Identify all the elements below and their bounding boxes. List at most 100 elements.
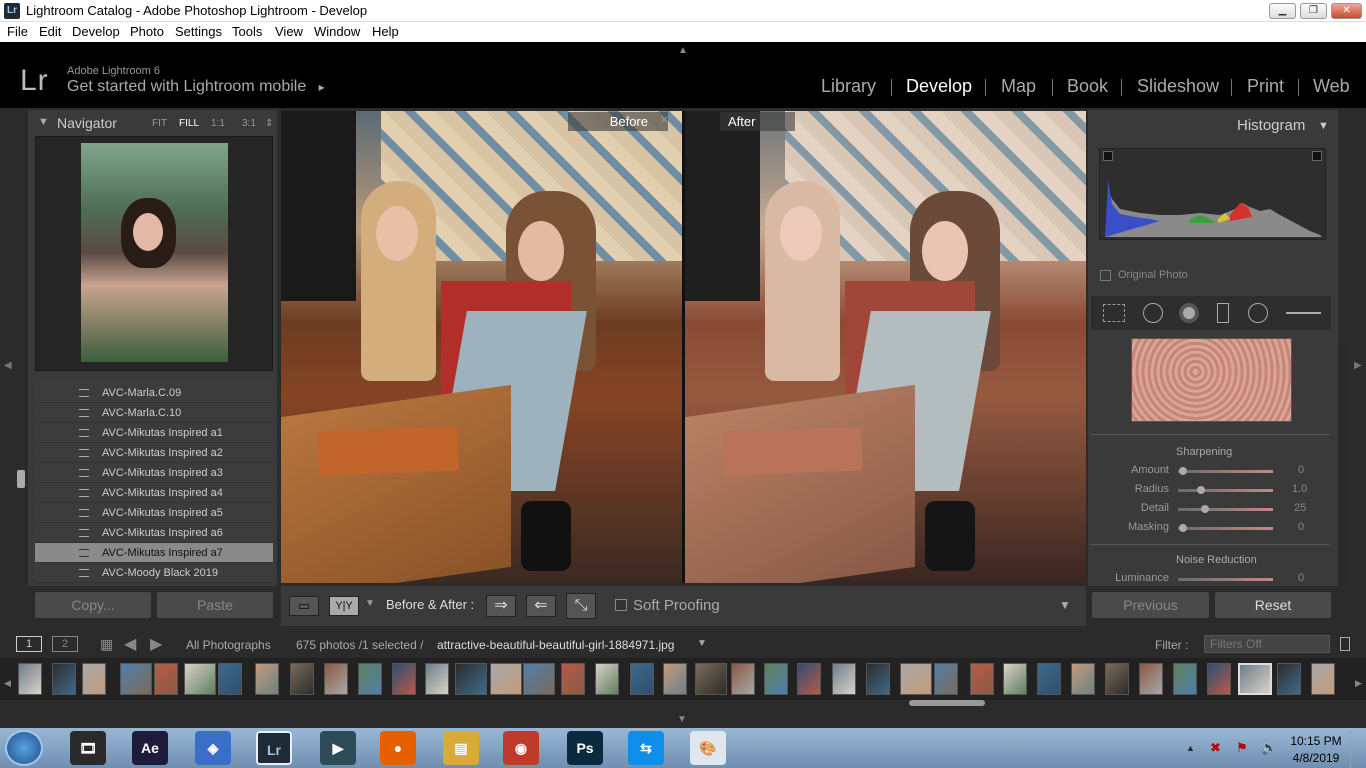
filmstrip-thumbnail[interactable] [900, 663, 932, 695]
teamviewer-icon[interactable]: ⇆ [628, 731, 664, 765]
module-map[interactable]: Map [1001, 76, 1036, 97]
shadow-clipping-icon[interactable] [1103, 151, 1113, 161]
zoom-fit[interactable]: FIT [152, 118, 167, 129]
filmstrip-thumbnail[interactable] [184, 663, 216, 695]
collapse-triangle-icon[interactable]: ▼ [38, 116, 49, 128]
masking-slider[interactable] [1178, 527, 1273, 530]
paste-button[interactable]: Paste [157, 592, 273, 618]
menu-window[interactable]: Window [314, 24, 360, 39]
filename-dropdown-icon[interactable]: ▼ [697, 638, 707, 649]
preset-item[interactable]: AVC-Mikutas Inspired a6 [35, 523, 273, 543]
after-photo[interactable] [685, 111, 1086, 583]
module-slideshow[interactable]: Slideshow [1137, 76, 1219, 97]
close-button[interactable]: ✕ [1331, 3, 1362, 19]
minimize-button[interactable]: ▁ [1269, 3, 1296, 19]
preset-item[interactable]: AVC-Marla.C.10 [35, 403, 273, 423]
filmstrip-thumbnail[interactable] [324, 663, 348, 695]
histogram-collapse-icon[interactable]: ▼ [1318, 120, 1329, 132]
copy-before-to-after-icon[interactable]: ⇒ [486, 595, 516, 617]
before-after-view-button[interactable]: Y|Y [329, 596, 359, 616]
loupe-view-button[interactable]: ▭ [289, 596, 319, 616]
zoom-3-1[interactable]: 3:1 [242, 118, 256, 129]
filename[interactable]: attractive-beautiful-beautiful-girl-1884… [437, 638, 674, 652]
filmstrip-thumbnail[interactable] [1037, 663, 1061, 695]
brush-tool-icon[interactable] [1286, 312, 1321, 314]
preset-item[interactable]: AVC-Marla.C.09 [35, 383, 273, 403]
show-hidden-icons[interactable]: ▲ [1186, 743, 1195, 753]
filmstrip-left-icon[interactable]: ◀ [4, 678, 11, 689]
radius-slider-knob[interactable] [1197, 486, 1205, 494]
preset-item[interactable]: AVC-Mikutas Inspired a2 [35, 443, 273, 463]
filmstrip-thumbnail[interactable] [630, 663, 654, 695]
swap-settings-icon[interactable]: ⤡ [566, 593, 596, 619]
filmstrip-thumbnail[interactable] [18, 663, 42, 695]
filmstrip-scrollbar[interactable] [909, 700, 985, 706]
amount-slider[interactable] [1178, 470, 1273, 473]
filmstrip-thumbnail-selected[interactable] [1238, 663, 1272, 695]
red-eye-icon[interactable] [1179, 303, 1199, 323]
masking-value[interactable]: 0 [1298, 521, 1304, 533]
explorer-icon[interactable]: ▤ [443, 731, 479, 765]
network-status-icon[interactable]: ✖ [1210, 740, 1221, 756]
firefox-icon[interactable]: ● [380, 731, 416, 765]
filmstrip-thumbnail[interactable] [832, 663, 856, 695]
original-photo-checkbox[interactable] [1100, 270, 1111, 281]
filmstrip-thumbnail[interactable] [970, 663, 994, 695]
show-desktop-button[interactable] [1350, 730, 1366, 768]
filmstrip-thumbnail[interactable] [523, 663, 555, 695]
start-button[interactable] [5, 730, 43, 766]
filmstrip-thumbnail[interactable] [52, 663, 76, 695]
filmstrip-thumbnail[interactable] [290, 663, 314, 695]
filmstrip-thumbnail[interactable] [1105, 663, 1129, 695]
filmstrip-thumbnail[interactable] [866, 663, 890, 695]
filmstrip-thumbnail[interactable] [425, 663, 449, 695]
detail-preview[interactable] [1131, 338, 1292, 422]
radius-value[interactable]: 1.0 [1292, 483, 1307, 495]
amount-value[interactable]: 0 [1298, 464, 1304, 476]
after-effects-icon[interactable]: Ae [132, 731, 168, 765]
filmstrip-thumbnail[interactable] [561, 663, 585, 695]
window-titlebar[interactable]: Lr Lightroom Catalog - Adobe Photoshop L… [0, 0, 1366, 22]
reset-button[interactable]: Reset [1215, 592, 1331, 618]
menu-help[interactable]: Help [372, 24, 399, 39]
secondary-window-button[interactable]: 2 [52, 636, 78, 652]
restore-button[interactable]: ❐ [1300, 3, 1327, 19]
filmstrip-thumbnail[interactable] [1003, 663, 1027, 695]
amount-slider-knob[interactable] [1179, 467, 1187, 475]
luminance-value[interactable]: 0 [1298, 572, 1304, 584]
preset-item[interactable]: AVC-Mikutas Inspired a4 [35, 483, 273, 503]
navigator-header[interactable]: ▼ Navigator FIT FILL 1:1 3:1 ⇕ [28, 113, 277, 133]
spot-removal-icon[interactable] [1143, 303, 1163, 323]
preset-item[interactable]: AVC-Mikutas Inspired a1 [35, 423, 273, 443]
preset-item[interactable]: AVC-Mikutas Inspired a3 [35, 463, 273, 483]
mobile-promo[interactable]: Get started with Lightroom mobile ▸ [67, 78, 325, 96]
previous-button[interactable]: Previous [1092, 592, 1209, 618]
filmstrip-thumbnail[interactable] [1139, 663, 1163, 695]
filmstrip-thumbnail[interactable] [1277, 663, 1301, 695]
menu-settings[interactable]: Settings [175, 24, 222, 39]
filmstrip-thumbnail[interactable] [764, 663, 788, 695]
grid-view-icon[interactable]: ▦ [100, 636, 113, 653]
module-book[interactable]: Book [1067, 76, 1108, 97]
network-app-icon[interactable]: ◈ [195, 731, 231, 765]
navigator-preview[interactable] [35, 136, 273, 371]
before-close-icon[interactable]: ✕ [660, 115, 672, 127]
filmstrip-right-icon[interactable]: ▶ [1355, 678, 1362, 689]
windows-media-icon[interactable]: 🎞 [70, 731, 106, 765]
filmstrip-thumbnail[interactable] [695, 663, 727, 695]
filmora-icon[interactable]: ▶ [320, 731, 356, 765]
filmstrip-thumbnail[interactable] [392, 663, 416, 695]
collapse-left-icon[interactable]: ◀ [4, 360, 12, 371]
menu-develop[interactable]: Develop [72, 24, 120, 39]
radius-slider[interactable] [1178, 489, 1273, 492]
clock-time[interactable]: 10:15 PM [1290, 734, 1342, 748]
module-develop[interactable]: Develop [906, 76, 972, 97]
volume-icon[interactable]: 🔈 [1261, 740, 1277, 756]
detail-slider[interactable] [1178, 508, 1273, 511]
filmstrip-thumbnail[interactable] [455, 663, 487, 695]
menu-edit[interactable]: Edit [39, 24, 61, 39]
filmstrip-thumbnail[interactable] [663, 663, 687, 695]
menu-tools[interactable]: Tools [232, 24, 262, 39]
crop-tool-icon[interactable] [1103, 304, 1125, 322]
filmstrip-thumbnail[interactable] [1173, 663, 1197, 695]
